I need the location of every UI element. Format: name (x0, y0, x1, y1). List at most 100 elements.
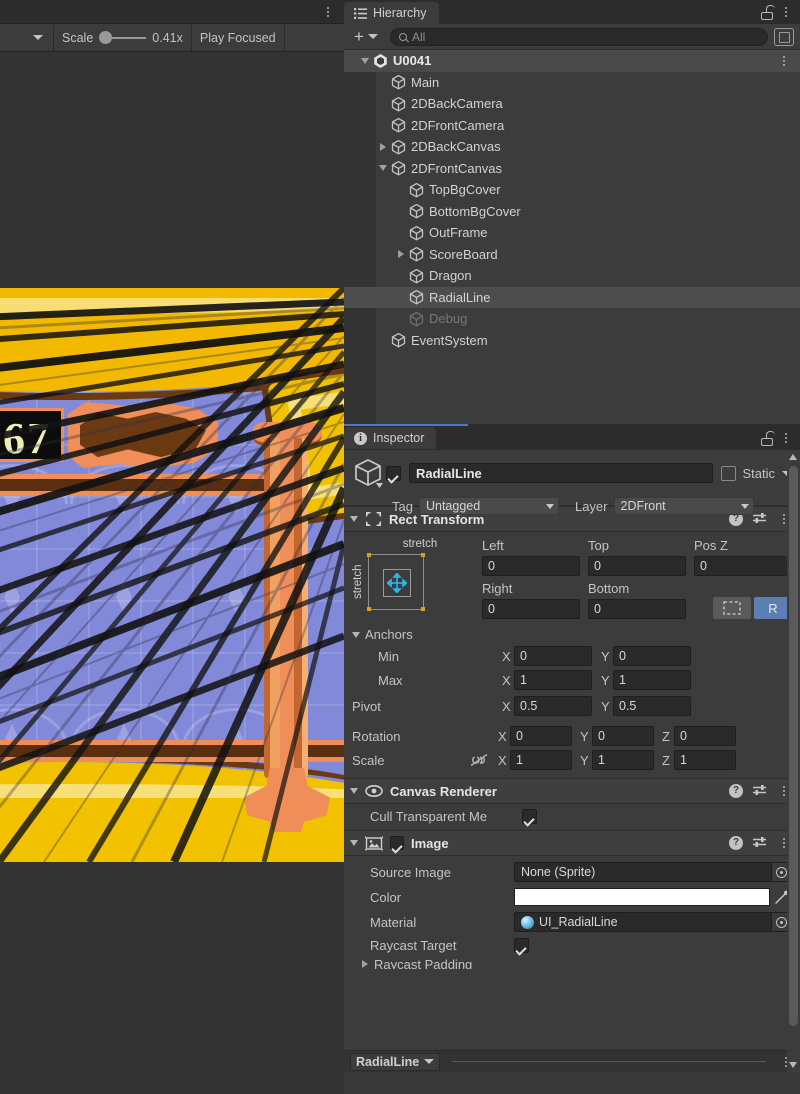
rect-transform-body: stretch stretch Left 0 Top 0 Pos Z 0 Rig… (344, 532, 800, 778)
color-swatch[interactable] (514, 888, 770, 906)
lock-open-icon[interactable] (760, 4, 775, 20)
expand-chevron-right-icon[interactable] (394, 250, 408, 259)
aspect-dropdown[interactable] (0, 24, 54, 51)
play-focused-label: Play Focused (199, 30, 276, 45)
scale-y-field[interactable]: 1 (592, 750, 654, 770)
gameobject-header: RadialLine Static Tag Untagged Layer 2DF… (344, 450, 800, 515)
game-render-area[interactable]: 234567 (0, 52, 344, 1094)
anchor-max-y-field[interactable]: 1 (613, 670, 691, 690)
hierarchy-item-u0041[interactable]: U0041 (344, 50, 800, 72)
hierarchy-item-outframe[interactable]: OutFrame (344, 222, 800, 244)
scale-z-field[interactable]: 1 (674, 750, 736, 770)
image-enabled-checkbox[interactable] (390, 836, 404, 850)
hierarchy-item-topbgcover[interactable]: TopBgCover (344, 179, 800, 201)
bottom-field[interactable]: 0 (588, 599, 686, 619)
blueprint-mode-toggle[interactable] (713, 597, 751, 619)
axis-y-label: Y (601, 698, 610, 714)
hierarchy-item-label: TopBgCover (429, 182, 501, 198)
anchors-foldout[interactable]: Anchors (352, 627, 792, 642)
anchor-preset-widget[interactable] (367, 553, 425, 611)
top-field[interactable]: 0 (588, 556, 686, 576)
scale-value: 0.41x (152, 30, 183, 45)
gameobject-icon (409, 204, 424, 219)
slider-knob[interactable] (99, 31, 113, 44)
editor-right-column: Hierarchy + All U0041 Main 2DBackCamera (344, 0, 800, 1094)
lock-open-icon[interactable] (760, 430, 775, 446)
footer-object-dropdown[interactable]: RadialLine (350, 1052, 441, 1071)
scene-menu-icon[interactable] (776, 51, 792, 71)
expand-chevron-right-icon[interactable] (376, 142, 390, 151)
scrollbar-thumb[interactable] (789, 466, 798, 1026)
hierarchy-toolbar: + All (344, 24, 800, 50)
raycast-target-checkbox[interactable] (514, 938, 529, 953)
expand-chevron-icon[interactable] (362, 960, 368, 968)
anchor-max-x-field[interactable]: 1 (514, 670, 592, 690)
play-focused-button[interactable]: Play Focused (192, 24, 285, 51)
chevron-up-icon[interactable] (789, 454, 797, 460)
tab-inspector[interactable]: i Inspector (344, 427, 437, 449)
hierarchy-tree[interactable]: U0041 Main 2DBackCamera 2DFrontCamera 2DBack… (344, 50, 800, 424)
stretch-arrows-icon (387, 573, 407, 593)
help-icon[interactable]: ? (729, 836, 743, 850)
material-field[interactable]: UI_RadialLine (514, 912, 772, 932)
game-panel-menu-icon[interactable] (320, 2, 336, 22)
right-field[interactable]: 0 (482, 599, 580, 619)
tab-hierarchy[interactable]: Hierarchy (344, 2, 439, 24)
rotation-z-field[interactable]: 0 (674, 726, 736, 746)
hierarchy-item-label: Dragon (429, 268, 472, 284)
anchor-min-y-field[interactable]: 0 (613, 646, 691, 666)
help-icon[interactable]: ? (729, 784, 743, 798)
hierarchy-item-label: ScoreBoard (429, 246, 498, 262)
source-image-field[interactable]: None (Sprite) (514, 862, 772, 882)
pos-z-field[interactable]: 0 (694, 556, 792, 576)
inspector-menu-icon[interactable] (778, 428, 794, 448)
hierarchy-item-2dbackcamera[interactable]: 2DBackCamera (344, 93, 800, 115)
tag-dropdown[interactable]: Untagged (418, 497, 559, 515)
create-object-button[interactable]: + (348, 28, 384, 45)
rotation-x-field[interactable]: 0 (510, 726, 572, 746)
link-broken-icon[interactable] (470, 753, 488, 767)
open-in-new-icon[interactable] (774, 27, 794, 46)
gameobject-name-field[interactable]: RadialLine (409, 463, 714, 483)
scale-control[interactable]: Scale 0.41x (54, 24, 192, 51)
hierarchy-tab-bar: Hierarchy (344, 0, 800, 24)
cull-transparent-checkbox[interactable] (522, 809, 537, 824)
hierarchy-item-debug[interactable]: Debug (344, 308, 800, 330)
hierarchy-item-main[interactable]: Main (344, 72, 800, 94)
preset-icon[interactable] (752, 784, 767, 798)
anchor-min-x-field[interactable]: 0 (514, 646, 592, 666)
hierarchy-item-scoreboard[interactable]: ScoreBoard (344, 244, 800, 266)
hierarchy-item-2dfrontcamera[interactable]: 2DFrontCamera (344, 115, 800, 137)
expand-chevron-icon[interactable] (350, 840, 358, 846)
expand-chevron-icon[interactable] (350, 516, 358, 522)
hierarchy-item-bottombgcover[interactable]: BottomBgCover (344, 201, 800, 223)
scale-slider[interactable] (99, 31, 147, 44)
anchor-min-label: Min (378, 648, 399, 664)
expand-chevron-icon[interactable] (350, 788, 358, 794)
layer-dropdown[interactable]: 2DFront (613, 497, 754, 515)
preset-icon[interactable] (752, 836, 767, 850)
hierarchy-item-2dbackcanvas[interactable]: 2DBackCanvas (344, 136, 800, 158)
pivot-x-field[interactable]: 0.5 (514, 696, 592, 716)
gameobject-enabled-checkbox[interactable] (386, 465, 401, 481)
hierarchy-search-input[interactable]: All (389, 27, 768, 46)
component-header-image[interactable]: Image ? (344, 830, 800, 856)
pivot-y-field[interactable]: 0.5 (613, 696, 691, 716)
component-header-canvas-renderer[interactable]: Canvas Renderer ? (344, 778, 800, 804)
hierarchy-item-dragon[interactable]: Dragon (344, 265, 800, 287)
left-field[interactable]: 0 (482, 556, 580, 576)
object-picker-icon (776, 916, 787, 928)
anchor-max-label: Max (378, 672, 403, 688)
slider-track[interactable] (112, 36, 147, 39)
chevron-down-icon[interactable] (789, 1062, 797, 1068)
scale-x-field[interactable]: 1 (510, 750, 572, 770)
hierarchy-menu-icon[interactable] (778, 2, 794, 22)
hierarchy-item-radialline[interactable]: RadialLine (344, 286, 800, 308)
inspector-scrollbar[interactable] (787, 450, 800, 1072)
hierarchy-item-eventsystem[interactable]: EventSystem (344, 330, 800, 352)
rotation-y-field[interactable]: 0 (592, 726, 654, 746)
static-checkbox[interactable] (721, 465, 737, 481)
expand-chevron-down-icon[interactable] (376, 165, 390, 172)
expand-chevron-down-icon[interactable] (358, 57, 372, 64)
hierarchy-item-2dfrontcanvas[interactable]: 2DFrontCanvas (344, 158, 800, 180)
